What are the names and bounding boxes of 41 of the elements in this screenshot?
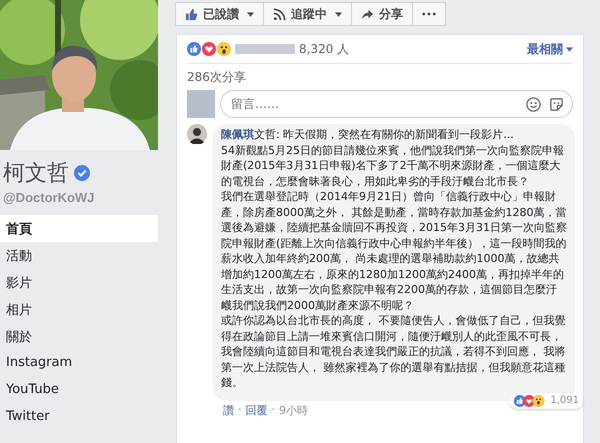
comment-text: 陳佩琪文哲: 昨天假期，突然在有關你的新聞看到一段影片... xyxy=(221,127,515,142)
blurred-names xyxy=(235,44,295,54)
like-button[interactable]: 已說讚 xyxy=(175,2,264,26)
nav-item[interactable]: 關於 xyxy=(0,323,158,350)
avatar-icon xyxy=(187,90,215,118)
comment-field[interactable]: 留言…… xyxy=(220,90,573,118)
share-arrow-icon xyxy=(361,8,374,20)
comment-text: 54新觀點5月25日的節目請幾位來賓，他們說我們第一次向監察院申報財產(2015年3月31日申報)名下多了2千萬不明來源財產，一個這麼大的電視台，怎麼會昧著良心，用如此卑劣的手段汙衊台北市長？ xyxy=(221,142,565,189)
nav-item[interactable]: Twitter xyxy=(0,404,158,431)
more-button[interactable] xyxy=(412,2,446,26)
avatar-icon xyxy=(187,124,207,144)
sticker-icon[interactable] xyxy=(549,96,564,112)
nav-item[interactable]: YouTube xyxy=(0,377,158,404)
like-link[interactable]: 讚 xyxy=(223,402,234,418)
smiley-icon[interactable] xyxy=(526,96,541,112)
nav-item[interactable]: 首頁 xyxy=(0,215,158,242)
nav-item[interactable]: 活動 xyxy=(0,242,158,269)
share-button[interactable]: 分享 xyxy=(351,2,413,26)
reaction-count: 8,320 人 xyxy=(299,40,350,58)
nav-item[interactable]: 相片 xyxy=(0,296,158,323)
author-link[interactable]: 陳佩琪 xyxy=(221,128,254,141)
sort-dropdown[interactable]: 最相關 xyxy=(527,40,573,58)
reply-link[interactable]: 回覆 xyxy=(246,402,268,418)
caret-icon xyxy=(566,46,573,52)
separator-dot: · xyxy=(238,402,242,418)
more-dots-icon xyxy=(422,12,436,16)
page-handle: @DoctorKoWJ xyxy=(2,189,96,205)
comment-time: 9小時 xyxy=(279,402,308,418)
reaction-count: 1,091 xyxy=(550,395,579,406)
reactions-icon xyxy=(187,42,231,56)
rss-icon xyxy=(273,8,286,20)
nav-item[interactable]: 影片 xyxy=(0,269,158,296)
follow-button[interactable]: 追蹤中 xyxy=(263,2,352,26)
nav-item[interactable]: Instagram xyxy=(0,350,158,377)
share-count[interactable]: 286次分享 xyxy=(187,64,573,90)
comment-input-field[interactable]: 留言…… xyxy=(229,96,518,112)
comment-text: 我們在選舉登記時（2014年9月21日）曾向「信義行政中心」申報財產，除房產8000萬之外， 其餘是動產，當時存款加基金約1280萬，當選後為避嫌，陸續把基金贖回不再投資，2015年3月31日第一次向監察院申報財產(距離上次向信義行政中心申報約半年後），這一段時間我的薪水收入加年終約200萬， 尚未處理的選舉補助款約1000萬，故總共增加約1200萬左右，原來的1280加1200萬約2400萬，再扣掉半年的生活支出，故第一次向監察院申報有2200萬的存款，這個節目怎麼汙衊我們說我們2000萬財產來源不明呢？ xyxy=(221,189,567,313)
thumbs-up-icon xyxy=(185,8,198,20)
separator-dot: · xyxy=(272,402,275,418)
page-name: 柯文哲 xyxy=(3,160,69,188)
comment-text: 或許你認為以台北市長的高度， 不要隨便告人，會做低了自己，但我覺得在政論節目上請一堆來賓信口開河，隨便汙衊別人的此歪風不可長，我會陸續向這節目和電視台表達我們嚴正的抗議，若得不到回應， 我將第一次上法院告人， 雖然家裡為了你的選舉有點拮据，但我願意花這種錢。 xyxy=(221,313,566,390)
